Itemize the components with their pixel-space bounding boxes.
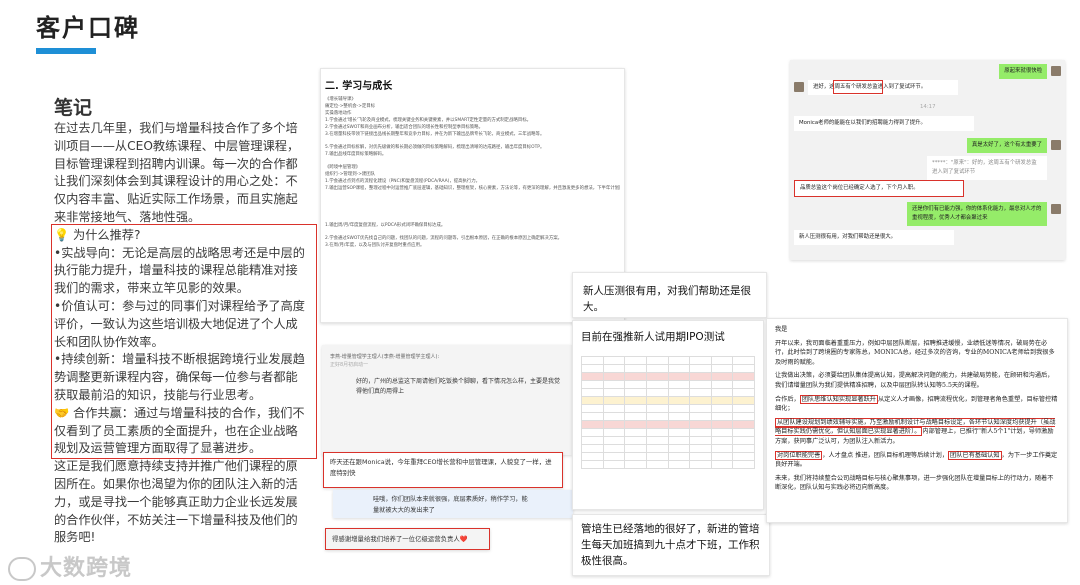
- recommend-highlight-box: [51, 224, 317, 459]
- avatar: [1051, 204, 1061, 214]
- notes-heading: 笔记: [54, 97, 93, 119]
- letter-highlight: 对岗位职能完善: [775, 450, 823, 460]
- doc-line: 1.输出周/月/年度复盘流程，以PDCA形式闭环确保目标达成。: [325, 223, 446, 228]
- table-row: [581, 444, 755, 453]
- manager-trainee-card: 管培生已经落地的很好了，新进的管培生每天加班搞到九十点才下班，工作积极性很高。: [572, 514, 770, 576]
- doc-line: 3.在增量科技带领下链接出品线长期整年和竞争力目标，并在为新下输出品牌专长飞轮，…: [325, 132, 545, 137]
- doc-line: 7.输出运营SOP课程，整理过程中对运营推广底层逻辑，基础知识，整理框架，核心要…: [325, 186, 620, 191]
- doc-line: 7.输出品线年度目标策略解码。: [325, 152, 387, 157]
- chat-screenshot-card: 李燕-增量管理学主理人(李燕-增量管理学主理人): 正好8月初启动一 好的，广州…: [322, 345, 572, 455]
- letter-paragraph: 开年以来，我司面临着重重压力，例如中层团队断层，招聘推进缓慢，业绩低迷等情况，破…: [775, 339, 1055, 366]
- avatar: [1051, 66, 1061, 76]
- table-row: [581, 428, 755, 437]
- letter-highlight: 团队思维认知实现显著跃升: [799, 394, 878, 404]
- table-row: [581, 436, 755, 445]
- doc-line: 5.学会通过目标拆解，对优先级做的和长期必须做的目标策略解码，梳理出清晰的达成路…: [325, 145, 545, 150]
- doc-line: 《跨境中层管理》: [325, 165, 361, 170]
- letter-paragraph: 对岗位职能完善 ，人才盘点 推进，团队目标机理等后续计划， 团队已有基础认知 ，为下一…: [775, 450, 1059, 470]
- table-row: [581, 404, 755, 413]
- chat-quote-sub: 正好8月初启动一: [330, 362, 369, 368]
- chat-message: 好的，广州的总监这下周请他们吃饭换个脚聊，看下情况怎么样，主要是我觉得他们真的用…: [356, 378, 561, 395]
- wechat-msg-6: 品质总监这个岗位已经确定人选了，下个月入职。: [794, 180, 964, 197]
- avatar: [1051, 140, 1061, 150]
- table-row: [581, 420, 755, 429]
- doc-line: 实操落地动作: [325, 111, 352, 116]
- letter-highlight: 团队已有基础认知: [948, 450, 1002, 460]
- table-row: [581, 452, 755, 461]
- letter-paragraph: 合作后， 团队思维认知实现显著跃升 从定义人才画像，招聘流程优化，到管理者角色重塑，…: [775, 394, 1059, 414]
- letter-salutation: 我是: [775, 326, 788, 333]
- doc-line: 2.学会通过SWOT优先找自己的问题，找团队的问题，流程的问题等，引出根本原因，…: [325, 236, 562, 241]
- highlight-box: [833, 80, 883, 94]
- ipo-test-card: 目前在强推新人试用期IPO测试: [572, 320, 764, 510]
- doc-line: 1.学会通过点到点的流程化建设（PNC)和复盘流程(PDCA/RAA)，提高执行…: [325, 179, 481, 184]
- letter-text: 合作后，: [775, 395, 800, 403]
- ipo-title: 目前在强推新人试用期IPO测试: [581, 331, 725, 343]
- table-row: [581, 396, 755, 405]
- wechat-msg-2: 进好，这周五有个研发总监进入到了复试环节。: [808, 80, 958, 95]
- table-row: [581, 372, 755, 381]
- table-row: [581, 356, 755, 365]
- wechat-msg-4: 真是太好了，这个有太重要了: [966, 138, 1047, 153]
- wechat-msg-5: *****："原来"：好的，这周五有个研发总监进入到了复试环节: [927, 156, 1047, 180]
- notes-closing: 这正是我们愿意持续支持并推广他们课程的原因所在。如果你也渴望为你的团队注入新的活…: [54, 459, 298, 545]
- wechat-msg-8: 新人压测很有用，对我们帮助还是很大。: [794, 230, 954, 245]
- doc-line: 1.学会通过'增长'飞轮及商业模式，梳理关键业务和关键要素，并以SMART定性定…: [325, 118, 532, 123]
- team-message-card: 哇哦，你们团队本来就很强，底层素质好，稍作学习，能量就被大大的发出来了: [333, 490, 573, 518]
- letter-paragraph: 从团队建设规划到绩效辅导实施，乃至激励机制设计与战略目标设定，各环节认知深度均获…: [775, 417, 1059, 447]
- title-underline: [36, 48, 96, 54]
- watermark-logo-icon: [8, 557, 36, 581]
- ipo-spreadsheet: [581, 356, 755, 469]
- table-row: [581, 388, 755, 397]
- watermark: 大数跨境: [8, 550, 132, 582]
- doc-heading: 二. 学习与成长: [325, 81, 393, 92]
- table-row: [581, 412, 755, 421]
- wechat-msg-1: 原起来就很快啦: [999, 64, 1047, 79]
- letter-paragraph: 未来，我们将持续整合公司战略目标与核心聚焦事项，进一步强化团队在增量目标上的行动…: [775, 474, 1054, 492]
- letter-text: ，人才盘点 推进，团队目标机理等后续计划，: [822, 451, 949, 459]
- chat-quote-header: 李燕-增量管理学主理人(李燕-增量管理学主理人):: [330, 354, 440, 360]
- notes-intro: 在过去几年里，我们与增量科技合作了多个培训项目——从CEO教练课程、中层管理课程…: [54, 121, 300, 224]
- doc-line: 组织行->管理到->建团队: [325, 172, 376, 177]
- monica-message-card: 昨天还在跟Monica说，今年重拜CEO增长营和中层管理课，人貌变了一样，进度特…: [323, 452, 563, 488]
- doc-line: 3.在周/月/年度，以及与团队讨开复盘时重点应用。: [325, 243, 425, 248]
- table-row: [581, 364, 755, 373]
- avatar: [794, 82, 804, 92]
- letter-card: 我是 开年以来，我司面临着重重压力，例如中层团队断层，招聘推进缓慢，业绩低迷等情…: [766, 318, 1068, 523]
- comment-card: 新人压测很有用，对我们帮助还是很大。: [572, 272, 767, 318]
- wechat-time: 14:17: [920, 104, 936, 110]
- doc-line: 痛定位->整机会->定目标: [325, 104, 376, 109]
- table-row: [581, 380, 755, 389]
- watermark-text: 大数跨境: [40, 556, 133, 581]
- thanks-message-card: 得感谢增量给我们培养了一位亿级运营负责人❤️: [325, 528, 490, 550]
- page-title: 客户口碑: [36, 14, 140, 42]
- wechat-msg-7: 还是你们有已能力强，你的体系化能力，最总对人才的重视程度，优秀人才都会聚过来: [907, 202, 1047, 226]
- wechat-msg-3: Monica老师的能能在以我们的招聘能力得到了提升。: [794, 116, 974, 131]
- doc-line: 《增长辅导课》: [325, 97, 356, 102]
- letter-paragraph: 让我做出决策，必须要给团队集体提高认知，提高解决问题的能力，共建破局势能，在顾研…: [775, 372, 1054, 389]
- table-row: [581, 460, 755, 469]
- doc-line: 2.学会通过SWOT和商业画布分析，输出适合团队的增长性和控制型季目标策略。: [325, 125, 483, 130]
- wechat-screenshot-card: 原起来就很快啦 进好，这周五有个研发总监进入到了复试环节。 14:17 Moni…: [790, 60, 1065, 260]
